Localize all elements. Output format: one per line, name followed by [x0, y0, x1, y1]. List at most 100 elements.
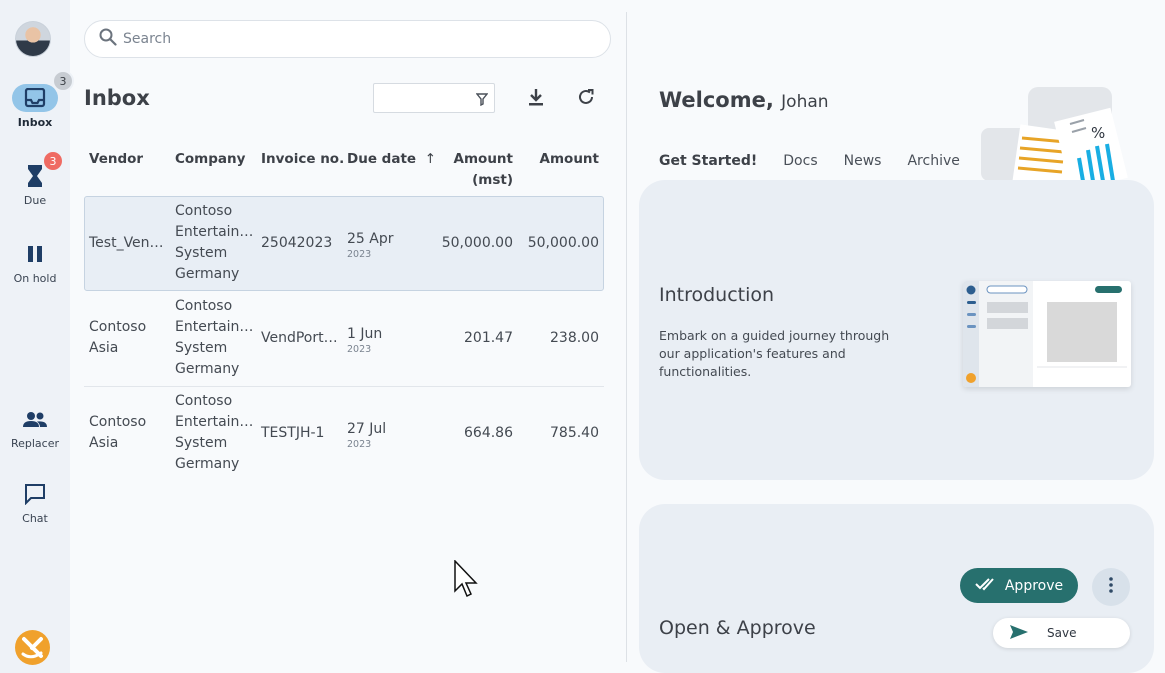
svg-text:%: %	[1091, 124, 1105, 142]
pause-icon	[12, 240, 58, 268]
company-line: Germany	[175, 361, 240, 377]
people-icon	[12, 405, 58, 433]
company-line: System	[175, 340, 228, 356]
col-invoice-no[interactable]: Invoice no.	[261, 149, 344, 170]
cell-invoice-no: TESTJH-1	[261, 425, 325, 441]
col-amount-mst-unit: (mst)	[472, 172, 513, 188]
due-day: 1 Jun	[347, 326, 383, 342]
approve-card-title: Open & Approve	[659, 617, 816, 639]
cell-company: Contoso Entertain… System Germany	[175, 201, 253, 285]
save-label: Save	[1047, 626, 1077, 640]
download-button[interactable]	[523, 86, 549, 112]
cell-amount-mst: 201.47	[464, 330, 513, 346]
col-amount-mst-label: Amount	[453, 151, 513, 167]
company-line: Contoso	[175, 393, 233, 409]
filter-dropdown[interactable]	[373, 83, 495, 113]
refresh-button[interactable]	[573, 86, 599, 112]
more-vertical-icon	[1109, 577, 1113, 597]
cell-invoice-no: 25042023	[261, 235, 333, 251]
cell-vendor: Contoso Asia	[89, 317, 146, 359]
cell-amount-mst: 50,000.00	[441, 235, 513, 251]
nav-rail: 3 Inbox 3 Due On hold Replacer Chat	[0, 0, 74, 673]
more-options-button[interactable]	[1092, 568, 1130, 606]
nav-label-replacer: Replacer	[10, 437, 60, 450]
nav-item-inbox[interactable]: 3 Inbox	[0, 70, 74, 129]
approve-label: Approve	[1004, 577, 1064, 594]
due-year: 2023	[347, 439, 372, 450]
col-amount[interactable]: Amount	[520, 149, 599, 170]
due-count-badge: 3	[42, 150, 64, 172]
download-icon	[528, 88, 544, 110]
company-line: Entertain…	[175, 224, 254, 240]
brand-logo	[15, 630, 50, 665]
user-avatar[interactable]	[15, 21, 51, 57]
welcome-prefix: Welcome,	[659, 88, 774, 112]
cell-amount: 238.00	[550, 330, 599, 346]
nav-item-chat[interactable]: Chat	[0, 480, 70, 525]
nav-item-replacer[interactable]: Replacer	[0, 405, 70, 450]
cell-company: Contoso Entertain… System Germany	[175, 391, 253, 475]
tab-docs[interactable]: Docs	[783, 153, 817, 169]
vendor-line: Asia	[89, 340, 119, 356]
tab-get-started[interactable]: Get Started!	[659, 153, 757, 169]
mouse-cursor-icon	[454, 559, 480, 604]
cell-invoice-no: VendPort…	[261, 330, 338, 346]
company-line: Contoso	[175, 298, 233, 314]
cell-vendor: Contoso Asia	[89, 412, 146, 454]
vendor-line: Contoso	[89, 414, 147, 430]
due-year: 2023	[347, 344, 372, 355]
user-name: Johan	[781, 92, 829, 112]
cell-vendor: Test_Ven…	[89, 235, 164, 251]
search-icon	[99, 28, 117, 50]
col-vendor[interactable]: Vendor	[89, 149, 143, 170]
filter-icon	[475, 91, 489, 110]
inbox-icon: 3	[12, 70, 74, 112]
col-amount-mst[interactable]: Amount (mst)	[433, 149, 513, 191]
cell-due-date: 1 Jun 2023	[347, 324, 382, 355]
company-line: Germany	[175, 456, 240, 472]
nav-label-on-hold: On hold	[13, 272, 57, 285]
page-title: Inbox	[84, 86, 150, 110]
company-line: Entertain…	[175, 414, 254, 430]
cell-amount: 50,000.00	[527, 235, 599, 251]
tab-news[interactable]: News	[844, 153, 882, 169]
due-day: 25 Apr	[347, 231, 394, 247]
company-line: Contoso	[175, 203, 233, 219]
col-due-date-label: Due date	[347, 151, 417, 167]
col-due-date[interactable]: Due date ↑	[347, 149, 436, 170]
approve-button[interactable]: Approve	[960, 568, 1078, 603]
col-company[interactable]: Company	[175, 149, 245, 170]
tab-archive[interactable]: Archive	[907, 153, 959, 169]
intro-card-desc: Embark on a guided journey through our a…	[659, 328, 890, 379]
company-line: Entertain…	[175, 319, 254, 335]
welcome-heading: Welcome, Johan	[659, 88, 829, 112]
nav-item-on-hold[interactable]: On hold	[0, 240, 70, 285]
save-button[interactable]: Save	[993, 618, 1130, 648]
app-preview-illustration	[963, 281, 1131, 387]
welcome-tabs: Get Started! Docs News Archive	[659, 153, 986, 169]
company-line: Germany	[175, 266, 240, 282]
inbox-count-badge: 3	[52, 70, 74, 92]
cell-due-date: 25 Apr 2023	[347, 229, 393, 260]
company-line: System	[175, 435, 228, 451]
documents-illustration: %	[980, 86, 1130, 192]
pane-divider[interactable]	[626, 12, 627, 662]
hourglass-icon: 3	[12, 150, 64, 190]
nav-label-chat: Chat	[22, 512, 48, 525]
cell-amount: 785.40	[550, 425, 599, 441]
company-line: System	[175, 245, 228, 261]
vendor-line: Contoso	[89, 319, 147, 335]
nav-item-due[interactable]: 3 Due	[0, 150, 70, 207]
double-check-icon	[975, 577, 997, 595]
chat-icon	[12, 480, 58, 508]
nav-label-inbox: Inbox	[17, 116, 53, 129]
cell-amount-mst: 664.86	[464, 425, 513, 441]
search-input[interactable]	[123, 31, 583, 47]
refresh-icon	[577, 88, 595, 110]
nav-label-due: Due	[23, 194, 47, 207]
due-day: 27 Jul	[347, 421, 387, 437]
search-bar[interactable]	[84, 20, 611, 58]
due-year: 2023	[347, 249, 372, 260]
vendor-line: Asia	[89, 435, 119, 451]
send-icon	[1009, 624, 1029, 643]
